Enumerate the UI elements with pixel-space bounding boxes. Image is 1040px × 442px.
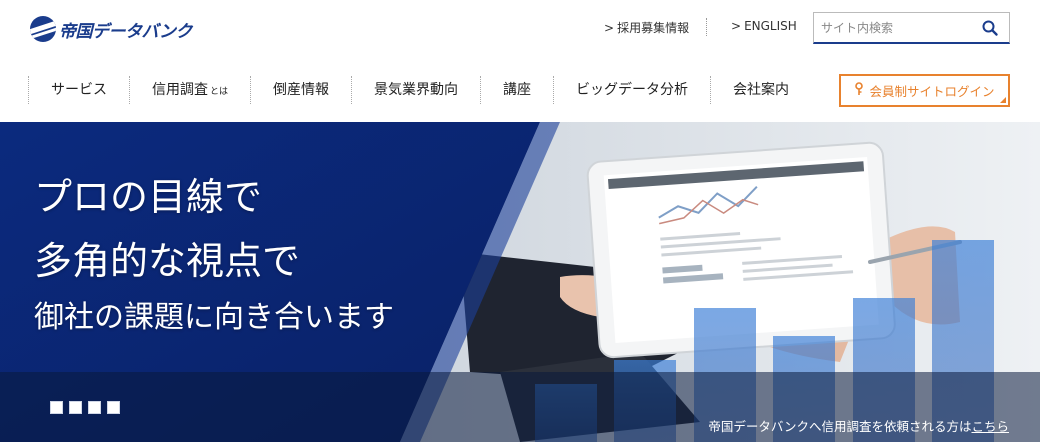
hero-banner: プロの目線で 多角的な視点で 御社の課題に向き合います 帝国データバンクへ信用調… (0, 122, 1040, 442)
nav-item-services[interactable]: サービス (28, 76, 130, 104)
nav-item-label: 信用調査 (152, 82, 208, 98)
hero-headline-3: 御社の課題に向き合います (34, 300, 394, 335)
nav-item-seminars[interactable]: 講座 (481, 76, 555, 104)
chevron-right-icon: > (604, 21, 615, 35)
recruit-link[interactable]: > 採用募集情報 (604, 19, 689, 36)
english-link[interactable]: > ENGLISH (731, 19, 797, 33)
search-icon[interactable] (981, 19, 999, 37)
nav-item-label: サービス (51, 82, 107, 98)
slide-dot-4[interactable] (107, 401, 120, 414)
site-header: 帝国データバンク >採用募集情報 >ENGLISH サービス 信用調査とは 倒産… (0, 0, 1040, 122)
slide-dot-3[interactable] (88, 401, 101, 414)
nav-item-bankruptcy[interactable]: 倒産情報 (251, 76, 353, 104)
credit-request-link[interactable]: こちら (971, 419, 1009, 434)
nav-item-label: 講座 (503, 82, 532, 98)
nav-item-economy-trends[interactable]: 景気業界動向 (352, 76, 482, 104)
nav-item-sublabel: とは (210, 87, 229, 97)
brand-name: 帝国データバンク (59, 21, 192, 42)
chevron-right-icon: > (731, 19, 742, 33)
nav-item-credit-research[interactable]: 信用調査 とは (130, 76, 252, 104)
nav-item-label: ビッグデータ分析 (576, 82, 689, 98)
nav-item-label: 景気業界動向 (374, 82, 459, 98)
nav-item-label: 倒産情報 (273, 82, 330, 98)
credit-request-text: 帝国データバンクへ信用調査を依頼される方は (708, 419, 972, 434)
key-icon (854, 81, 864, 100)
nav-item-label: 会社案内 (733, 82, 790, 98)
slide-indicator (50, 401, 120, 414)
logo-mark-icon (30, 16, 56, 42)
site-search (813, 12, 1010, 44)
hero-headline-1: プロの目線で (34, 175, 263, 219)
member-login-label: 会員制サイトログイン (869, 84, 995, 99)
nav-item-company[interactable]: 会社案内 (711, 76, 811, 104)
nav-item-big-data[interactable]: ビッグデータ分析 (554, 76, 712, 104)
credit-request-note: 帝国データバンクへ信用調査を依頼される方はこちら (708, 416, 1009, 435)
hero-headline-2: 多角的な視点で (34, 239, 301, 283)
brand-logo[interactable]: 帝国データバンク (30, 16, 192, 42)
search-input[interactable] (814, 13, 974, 42)
slide-dot-2[interactable] (69, 401, 82, 414)
recruit-link-label: 採用募集情報 (617, 21, 690, 35)
utility-divider (706, 18, 707, 36)
slide-dot-1[interactable] (50, 401, 63, 414)
english-link-label: ENGLISH (744, 19, 797, 33)
member-login-button[interactable]: 会員制サイトログイン (839, 74, 1010, 107)
global-nav: サービス 信用調査 とは 倒産情報 景気業界動向 講座 ビッグデータ分析 会社案内 (28, 73, 811, 107)
